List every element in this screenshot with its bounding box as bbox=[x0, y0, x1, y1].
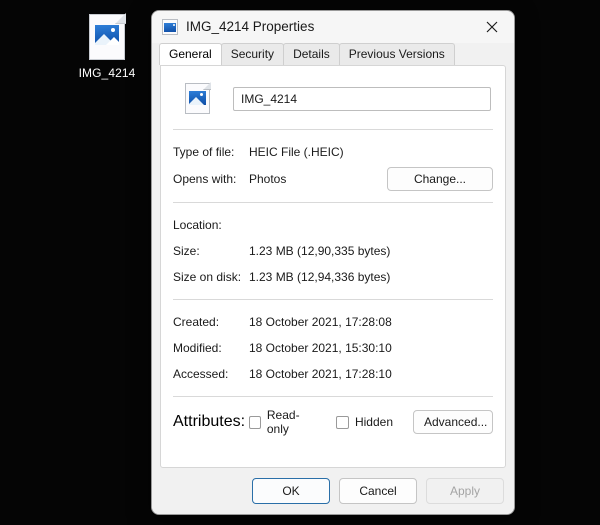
tab-strip: General Security Details Previous Versio… bbox=[152, 43, 514, 65]
label-size-on-disk: Size on disk: bbox=[173, 270, 242, 284]
divider-3 bbox=[173, 299, 493, 300]
cancel-button[interactable]: Cancel bbox=[339, 478, 417, 504]
dialog-titlebar[interactable]: IMG_4214 Properties bbox=[152, 11, 514, 43]
tab-details[interactable]: Details bbox=[283, 43, 340, 65]
change-button[interactable]: Change... bbox=[387, 167, 493, 191]
image-file-icon bbox=[185, 82, 211, 114]
row-opens-with: Opens with: Photos Change... bbox=[171, 165, 495, 193]
image-file-icon bbox=[89, 13, 126, 60]
divider-1 bbox=[173, 129, 493, 130]
row-size-on-disk: Size on disk: 1.23 MB (12,94,336 bytes) bbox=[171, 264, 495, 290]
label-size: Size: bbox=[173, 244, 200, 258]
label-created: Created: bbox=[173, 315, 220, 329]
value-opens-with: Photos bbox=[249, 172, 287, 186]
readonly-label: Read-only bbox=[266, 408, 300, 436]
hidden-label: Hidden bbox=[354, 415, 393, 429]
label-attributes: Attributes: bbox=[173, 413, 246, 430]
desktop-icon-img-4214[interactable]: IMG_4214 bbox=[62, 13, 152, 81]
label-type-of-file: Type of file: bbox=[173, 145, 235, 159]
close-icon[interactable] bbox=[470, 11, 514, 43]
desktop-background: IMG_4214 IMG_4214 Properties General Sec… bbox=[0, 0, 600, 525]
row-accessed: Accessed: 18 October 2021, 17:28:10 bbox=[171, 361, 495, 387]
hidden-checkbox-wrap[interactable]: Hidden bbox=[335, 415, 393, 429]
dialog-title: IMG_4214 Properties bbox=[186, 19, 315, 34]
row-type-of-file: Type of file: HEIC File (.HEIC) bbox=[171, 139, 495, 165]
tab-security[interactable]: Security bbox=[220, 43, 285, 65]
value-type-of-file: HEIC File (.HEIC) bbox=[249, 145, 344, 159]
label-opens-with: Opens with: bbox=[173, 172, 237, 186]
divider-4 bbox=[173, 396, 493, 397]
label-modified: Modified: bbox=[173, 341, 222, 355]
row-modified: Modified: 18 October 2021, 15:30:10 bbox=[171, 335, 495, 361]
value-accessed: 18 October 2021, 17:28:10 bbox=[249, 367, 392, 381]
apply-button: Apply bbox=[426, 478, 504, 504]
value-modified: 18 October 2021, 15:30:10 bbox=[249, 341, 392, 355]
readonly-checkbox[interactable] bbox=[249, 415, 261, 429]
ok-button[interactable]: OK bbox=[252, 478, 330, 504]
value-size: 1.23 MB (12,90,335 bytes) bbox=[249, 244, 391, 258]
value-location bbox=[249, 218, 385, 232]
tab-general[interactable]: General bbox=[159, 43, 222, 65]
value-size-on-disk: 1.23 MB (12,94,336 bytes) bbox=[249, 270, 391, 284]
label-accessed: Accessed: bbox=[173, 367, 229, 381]
attributes-row: Attributes: Read-only Hidden Advanced... bbox=[171, 406, 495, 438]
divider-2 bbox=[173, 202, 493, 203]
general-tab-panel: Type of file: HEIC File (.HEIC) Opens wi… bbox=[160, 65, 506, 468]
advanced-button[interactable]: Advanced... bbox=[413, 410, 493, 434]
tab-previous-versions[interactable]: Previous Versions bbox=[338, 43, 455, 65]
filename-input[interactable] bbox=[233, 86, 491, 111]
hidden-checkbox[interactable] bbox=[335, 415, 349, 429]
value-created: 18 October 2021, 17:28:08 bbox=[249, 315, 392, 329]
dialog-footer: OK Cancel Apply bbox=[152, 468, 514, 514]
properties-dialog: IMG_4214 Properties General Security Det… bbox=[151, 10, 515, 515]
readonly-checkbox-wrap[interactable]: Read-only bbox=[249, 408, 316, 436]
row-location: Location: bbox=[171, 212, 495, 238]
titlebar-file-icon bbox=[162, 19, 178, 35]
label-location: Location: bbox=[173, 218, 222, 232]
filename-row bbox=[171, 78, 495, 120]
desktop-icon-label: IMG_4214 bbox=[78, 66, 136, 80]
row-size: Size: 1.23 MB (12,90,335 bytes) bbox=[171, 238, 495, 264]
row-created: Created: 18 October 2021, 17:28:08 bbox=[171, 309, 495, 335]
